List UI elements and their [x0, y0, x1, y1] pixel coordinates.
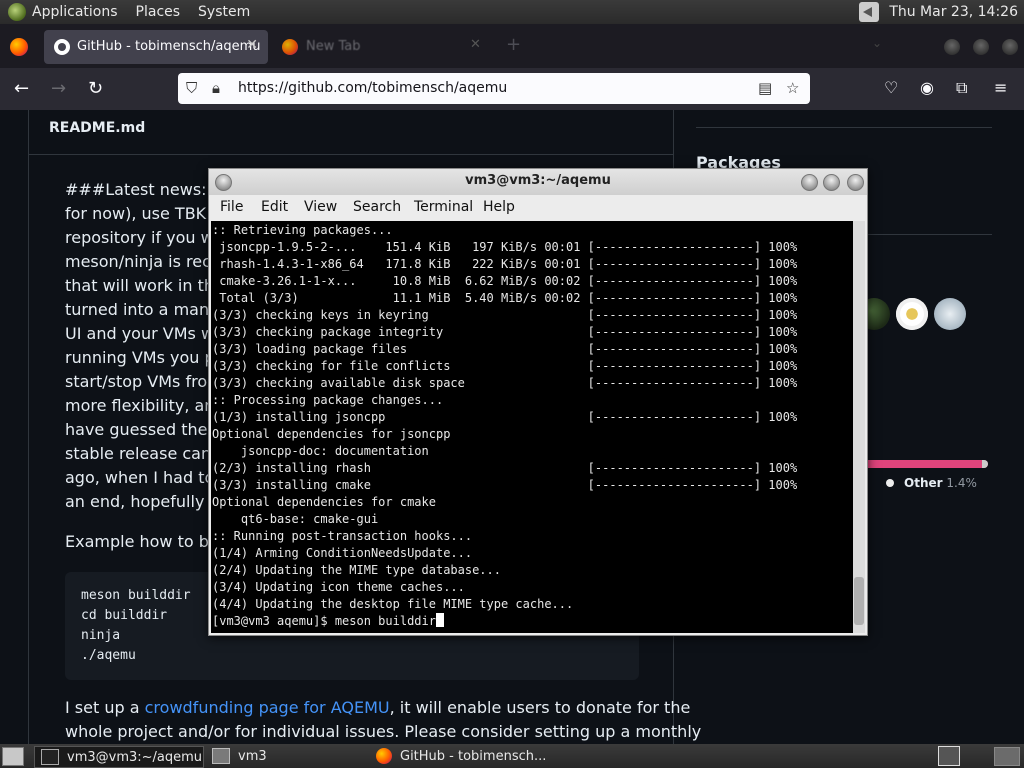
- close-window-button[interactable]: [847, 174, 864, 191]
- shield-icon[interactable]: ⛉: [186, 79, 197, 97]
- app-menu-icon[interactable]: ≡: [994, 78, 1007, 97]
- new-tab-plus-icon[interactable]: +: [506, 34, 521, 55]
- terminal-output: :: Retrieving packages... jsoncpp-1.9.5-…: [212, 223, 798, 628]
- terminal-icon: [41, 749, 59, 765]
- code-line: ./aqemu: [81, 648, 136, 663]
- scrollbar-thumb[interactable]: [854, 577, 864, 625]
- terminal-scrollbar[interactable]: [853, 221, 865, 633]
- taskbar-label: vm3: [238, 748, 267, 764]
- readme-line: running VMs you pre: [65, 348, 231, 367]
- menu-file[interactable]: File: [220, 199, 243, 215]
- text-cursor: [435, 613, 444, 627]
- github-favicon-icon: [54, 39, 70, 55]
- places-menu[interactable]: Places: [136, 4, 181, 20]
- bookmark-star-icon[interactable]: ☆: [786, 79, 799, 97]
- menu-edit[interactable]: Edit: [261, 199, 288, 215]
- terminal-title: vm3@vm3:~/aqemu: [465, 173, 611, 188]
- readme-title: README.md: [49, 120, 146, 136]
- contributor-avatar[interactable]: [896, 298, 928, 330]
- url-text[interactable]: https://github.com/tobimensch/aqemu: [238, 80, 507, 96]
- terminal-screen[interactable]: :: Retrieving packages... jsoncpp-1.9.5-…: [211, 221, 853, 633]
- browser-tab-bar: GitHub - tobimensch/aqemu ✕ New Tab ✕ + …: [0, 24, 1024, 68]
- reload-icon[interactable]: ↻: [88, 78, 103, 99]
- menu-search[interactable]: Search: [353, 199, 401, 215]
- crowdfunding-line: I set up a crowdfunding page for AQEMU, …: [65, 696, 690, 720]
- crowdfunding-link[interactable]: crowdfunding page for AQEMU: [145, 698, 390, 717]
- navigation-toolbar: ← → ↻ ⛉ 🔒︎ https://github.com/tobimensch…: [0, 68, 1024, 110]
- crowd-prefix: I set up a: [65, 698, 145, 717]
- url-bar[interactable]: ⛉ 🔒︎ https://github.com/tobimensch/aqemu…: [178, 73, 810, 104]
- code-line: cd builddir: [81, 608, 168, 623]
- reader-view-icon[interactable]: ▤: [758, 79, 772, 97]
- language-percent: 1.4%: [946, 476, 977, 490]
- language-other[interactable]: Other 1.4%: [886, 476, 977, 490]
- readme-line: UI and your VMs wil: [65, 324, 223, 343]
- readme-line: for now), use TBK fo: [65, 204, 227, 223]
- code-line: meson builddir: [81, 588, 191, 603]
- firefox-icon: [376, 748, 392, 764]
- back-arrow-icon[interactable]: ←: [14, 78, 29, 99]
- close-tab-icon[interactable]: ✕: [246, 37, 258, 53]
- tab-github[interactable]: GitHub - tobimensch/aqemu ✕: [44, 30, 268, 64]
- readme-line: start/stop VMs from: [65, 372, 223, 391]
- menu-terminal[interactable]: Terminal: [414, 199, 473, 215]
- account-icon[interactable]: ◉: [920, 78, 934, 97]
- code-line: ninja: [81, 628, 121, 643]
- terminal-title-bar[interactable]: vm3@vm3:~/aqemu: [209, 169, 867, 195]
- taskbar-item-vm3[interactable]: vm3: [206, 746, 366, 766]
- maximize-window-button[interactable]: [823, 174, 840, 191]
- contributor-avatar[interactable]: [934, 298, 966, 330]
- minimize-window-button[interactable]: [944, 39, 960, 55]
- firefox-view-icon[interactable]: [10, 38, 28, 56]
- lock-icon[interactable]: 🔒︎: [212, 79, 220, 97]
- close-window-button[interactable]: [1002, 39, 1018, 55]
- bottom-panel: vm3@vm3:~/aqemu vm3 GitHub - tobimensch.…: [0, 744, 1024, 768]
- applications-menu[interactable]: Applications: [32, 4, 118, 20]
- extensions-icon[interactable]: ⧉: [956, 78, 967, 98]
- window-menu-button[interactable]: [215, 174, 232, 191]
- forward-arrow-icon[interactable]: →: [51, 78, 66, 99]
- list-tabs-chevron-icon[interactable]: ⌄: [872, 36, 882, 50]
- readme-line: turned into a manag: [65, 300, 230, 319]
- minimize-window-button[interactable]: [801, 174, 818, 191]
- tab-new-tab[interactable]: New Tab ✕: [280, 30, 490, 64]
- pocket-icon[interactable]: ♡: [884, 78, 898, 97]
- maximize-window-button[interactable]: [973, 39, 989, 55]
- terminal-window: vm3@vm3:~/aqemu File Edit View Search Te…: [208, 168, 868, 636]
- home-folder-icon: [212, 748, 230, 764]
- language-dot-icon: [886, 479, 894, 487]
- readme-line: ago, when I had to s: [65, 468, 228, 487]
- crowdfunding-line-2: whole project and/or for individual issu…: [65, 722, 702, 741]
- show-desktop-icon[interactable]: [2, 747, 24, 766]
- close-tab-icon[interactable]: ✕: [470, 37, 481, 52]
- readme-line: stable release can't: [65, 444, 222, 463]
- trash-icon[interactable]: [994, 747, 1020, 766]
- build-intro: Example how to buil: [65, 532, 228, 551]
- taskbar-label: GitHub - tobimensch...: [400, 748, 547, 764]
- volume-icon[interactable]: [859, 2, 880, 22]
- divider: [696, 127, 992, 128]
- taskbar-label: vm3@vm3:~/aqemu: [67, 749, 203, 765]
- language-name: Other: [904, 476, 943, 490]
- firefox-favicon-icon: [282, 39, 298, 55]
- readme-line: have guessed there: [65, 420, 224, 439]
- clock[interactable]: Thu Mar 23, 14:26: [889, 4, 1018, 20]
- crowd-suffix: , it will enable users to donate for the: [389, 698, 691, 717]
- menu-help[interactable]: Help: [483, 199, 515, 215]
- top-panel: Applications Places System Thu Mar 23, 1…: [0, 0, 1024, 24]
- menu-view[interactable]: View: [304, 199, 337, 215]
- tab-title: GitHub - tobimensch/aqemu: [77, 39, 261, 54]
- system-menu[interactable]: System: [198, 4, 250, 20]
- distro-logo-icon[interactable]: [8, 3, 26, 21]
- language-bar: [864, 460, 988, 468]
- terminal-prompt: [vm3@vm3 aqemu]$ meson builddir: [212, 614, 436, 628]
- terminal-menubar: File Edit View Search Terminal Help: [209, 195, 867, 221]
- taskbar-item-terminal[interactable]: vm3@vm3:~/aqemu: [34, 746, 204, 768]
- divider: [29, 154, 673, 155]
- tab-title: New Tab: [306, 39, 361, 54]
- taskbar-item-firefox[interactable]: GitHub - tobimensch...: [370, 746, 550, 766]
- workspace-1[interactable]: [938, 746, 960, 766]
